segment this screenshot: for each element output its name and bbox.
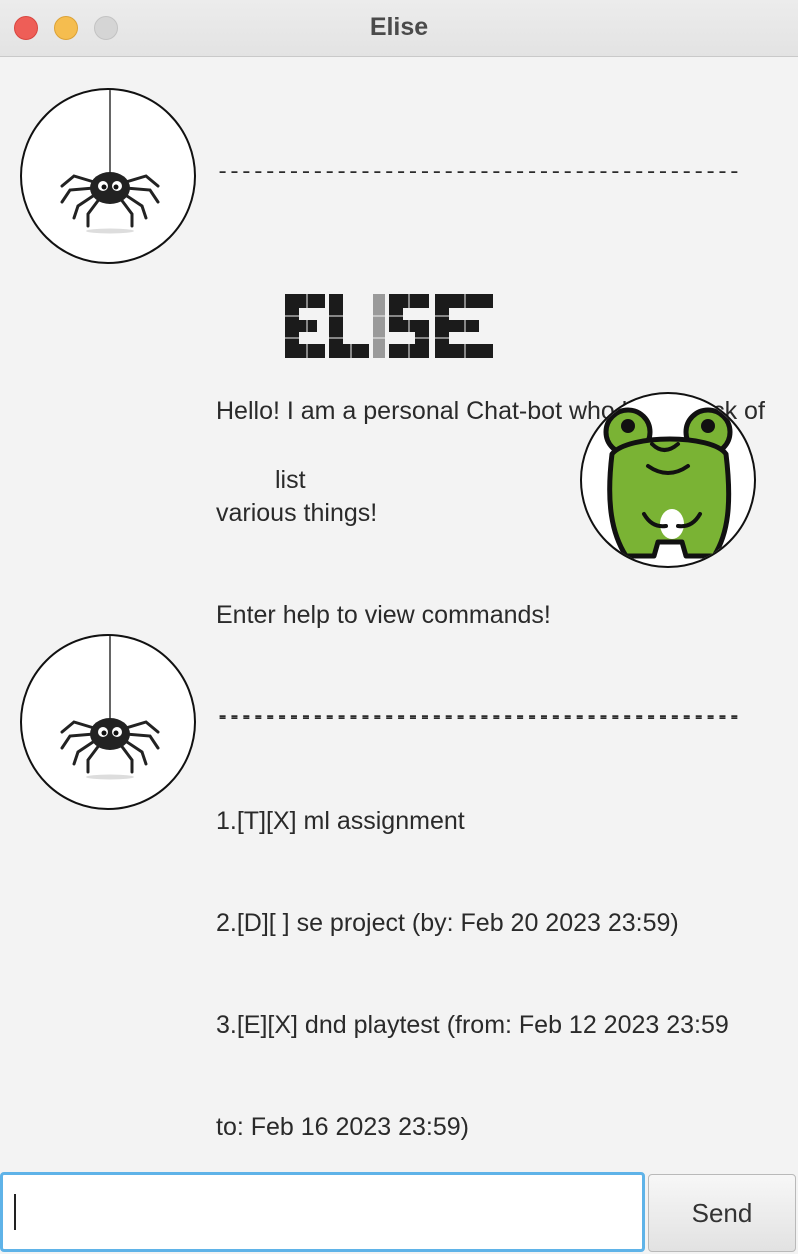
window-title: Elise (369, 13, 429, 41)
spider-icon (20, 634, 196, 810)
send-button[interactable]: Send (648, 1174, 796, 1252)
elise-logo (216, 258, 776, 360)
greeting-line-3: Enter help to view commands! (216, 601, 551, 629)
bot-list-text: ----------------------------------------… (216, 634, 776, 1254)
divider-line: ----------------------------------------… (216, 706, 742, 731)
user-message-text: list (275, 466, 306, 494)
app-window: Elise ----------------------------------… (0, 0, 798, 1254)
title-bar: Elise (0, 0, 798, 57)
chat-area[interactable]: ----------------------------------------… (0, 58, 798, 1241)
message-input[interactable] (0, 1172, 645, 1252)
frog-icon (580, 392, 756, 568)
spider-icon (20, 88, 196, 264)
task-item: 1.[T][X] ml assignment (216, 807, 465, 835)
task-item-continued: to: Feb 16 2023 23:59) (216, 1113, 469, 1141)
text-caret (14, 1194, 16, 1230)
task-item: 2.[D][ ] se project (by: Feb 20 2023 23:… (216, 909, 679, 937)
divider-line: ----------------------------------------… (216, 160, 742, 185)
task-item: 3.[E][X] dnd playtest (from: Feb 12 2023… (216, 1011, 729, 1039)
